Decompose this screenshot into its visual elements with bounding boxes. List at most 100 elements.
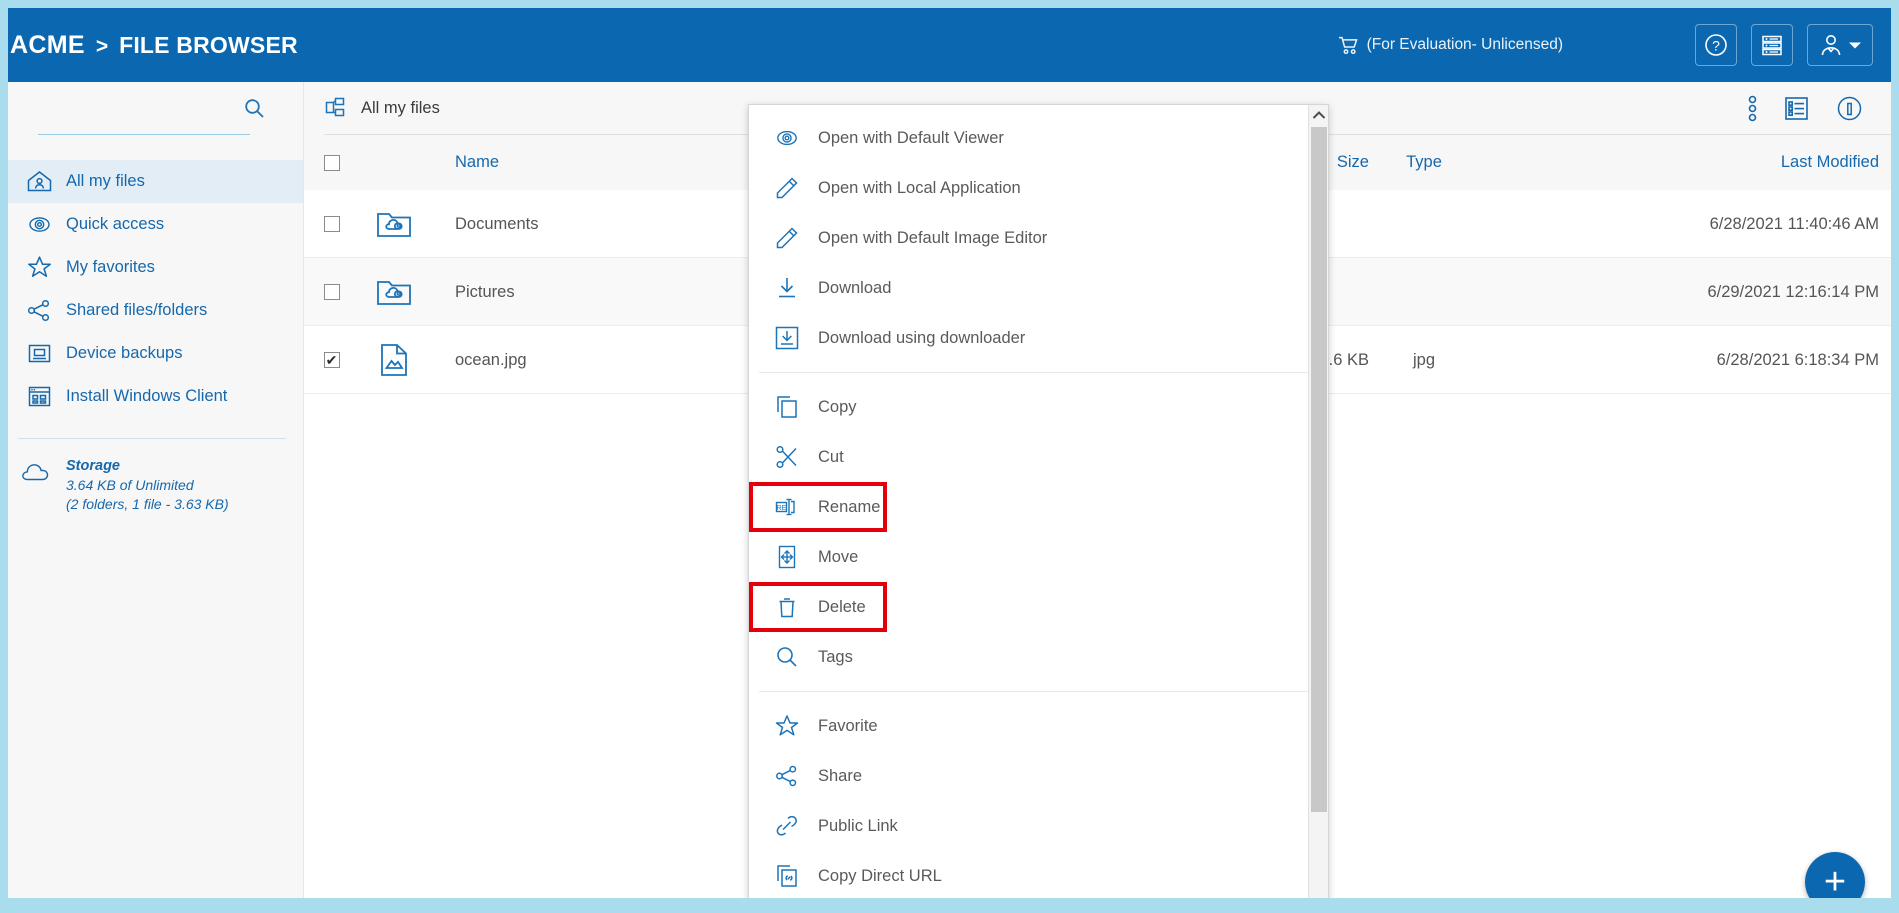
menu-divider [759,691,1314,692]
help-button[interactable]: ? [1695,24,1737,66]
menu-item-share[interactable]: Share [749,751,1328,801]
evaluation-notice: (For Evaluation- Unlicensed) [1338,36,1563,55]
menu-item-copy[interactable]: Copy [749,382,1328,432]
image-file-icon [359,343,429,377]
search-icon[interactable] [243,97,266,120]
question-mark-icon: ? [1703,32,1729,58]
menu-item-download-using-downloader[interactable]: Download using downloader [749,313,1328,363]
menu-item-label: Copy Direct URL [818,866,942,885]
file-browser-app: ACME > FILE BROWSER (For Evaluation- Unl… [8,8,1891,898]
breadcrumb-label: All my files [361,99,440,117]
share-nodes-icon [18,297,60,324]
search-underline [38,133,250,135]
storage-details: (2 folders, 1 file - 3.63 KB) [66,496,229,512]
menu-divider [759,372,1314,373]
cart-icon [1338,36,1359,55]
menu-item-open-with-local-application[interactable]: Open with Local Application [749,163,1328,213]
menu-item-rename[interactable]: RE Rename [749,482,887,532]
select-all-cell [304,154,359,171]
sidebar-item-label: My favorites [66,258,155,276]
menu-item-delete[interactable]: Delete [749,582,887,632]
folder-tree-icon [324,96,349,121]
scroll-up-icon[interactable] [1309,105,1328,125]
menu-item-label: Delete [818,597,866,616]
user-menu-button[interactable] [1807,24,1873,66]
server-stack-icon [1760,33,1784,57]
menu-item-label: Download [818,278,892,297]
context-menu: Open with Default Viewer Open with Local… [748,104,1329,898]
rename-icon: RE [766,494,808,520]
menu-item-label: Favorite [818,716,878,735]
sidebar-item-label: Quick access [66,215,165,233]
sidebar-item-device-backups[interactable]: Device backups [8,332,304,375]
row-checkbox[interactable] [323,352,340,368]
column-header-type[interactable]: Type [1369,153,1479,172]
svg-text:RE: RE [777,505,787,512]
sidebar-item-label: All my files [66,172,145,190]
cloud-icon [20,457,60,514]
scrollbar-thumb[interactable] [1311,127,1327,812]
menu-item-favorite[interactable]: Favorite [749,701,1328,751]
context-menu-list: Open with Default Viewer Open with Local… [749,105,1328,898]
menu-item-label: Share [818,766,863,785]
sidebar-item-my-favorites[interactable]: My favorites [8,246,304,289]
menu-item-move[interactable]: Move [749,532,1328,582]
info-icon[interactable] [1836,95,1863,122]
storage-text: Storage 3.64 KB of Unlimited (2 folders,… [66,457,229,514]
scissors-icon [766,444,808,470]
menu-item-label: Open with Local Application [818,178,1021,197]
more-options-icon[interactable] [1748,95,1757,122]
star-icon [18,254,60,281]
menu-item-open-with-default-image-editor[interactable]: Open with Default Image Editor [749,213,1328,263]
sidebar-item-label: Shared files/folders [66,301,208,319]
menu-item-download[interactable]: Download [749,263,1328,313]
sidebar-item-shared-files-folders[interactable]: Shared files/folders [8,289,304,332]
context-menu-scrollbar[interactable] [1308,105,1328,898]
page-title: FILE BROWSER [119,31,298,58]
menu-item-label: Tags [818,647,853,666]
menu-item-public-link[interactable]: Public Link [749,801,1328,851]
storage-title: Storage [66,458,120,474]
evaluation-text: (For Evaluation- Unlicensed) [1366,36,1563,53]
sidebar-item-install-windows-client[interactable]: Install Windows Client [8,375,304,418]
row-checkbox[interactable] [323,216,340,232]
menu-item-cut[interactable]: Cut [749,432,1328,482]
menu-item-label: Download using downloader [818,328,1026,347]
menu-item-open-with-default-viewer[interactable]: Open with Default Viewer [749,113,1328,163]
brand-separator: > [95,34,109,58]
storage-summary: Storage 3.64 KB of Unlimited (2 folders,… [8,439,304,514]
file-type: jpg [1412,350,1436,369]
select-all-checkbox[interactable] [323,154,340,171]
sidebar-item-label: Device backups [66,344,183,362]
content-toolbar [1748,95,1891,122]
move-icon [766,544,808,570]
sidebar-item-quick-access[interactable]: Quick access [8,203,304,246]
menu-item-label: Move [818,547,859,566]
server-button[interactable] [1751,24,1793,66]
home-user-icon [18,168,60,195]
download-icon [766,275,808,301]
list-view-icon[interactable] [1783,95,1810,122]
file-modified: 6/28/2021 6:18:34 PM [1716,350,1879,369]
row-checkbox[interactable] [323,284,340,300]
sidebar: All my files Quick access My favorites S… [8,82,304,898]
column-header-last-modified[interactable]: Last Modified [1479,153,1891,172]
breadcrumb-brand: ACME > FILE BROWSER [10,31,298,60]
breadcrumb[interactable]: All my files [324,96,440,121]
menu-item-copy-direct-url[interactable]: Copy Direct URL [749,851,1328,898]
download-box-icon [766,325,808,351]
menu-item-label: Copy [818,397,857,416]
cloud-folder-icon [359,277,429,307]
header-actions: (For Evaluation- Unlicensed) ? [1338,24,1891,66]
menu-item-label: Cut [818,447,844,466]
eye-icon [18,211,60,238]
sidebar-item-all-my-files[interactable]: All my files [8,160,304,203]
row-select-cell [304,352,359,368]
share-nodes-icon [766,763,808,789]
menu-item-label: Open with Default Image Editor [818,228,1048,247]
sidebar-search[interactable] [8,82,304,135]
user-avatar-icon [1818,32,1844,58]
menu-item-label: Public Link [818,816,898,835]
menu-item-tags[interactable]: Tags [749,632,1328,682]
trash-icon [766,594,808,620]
